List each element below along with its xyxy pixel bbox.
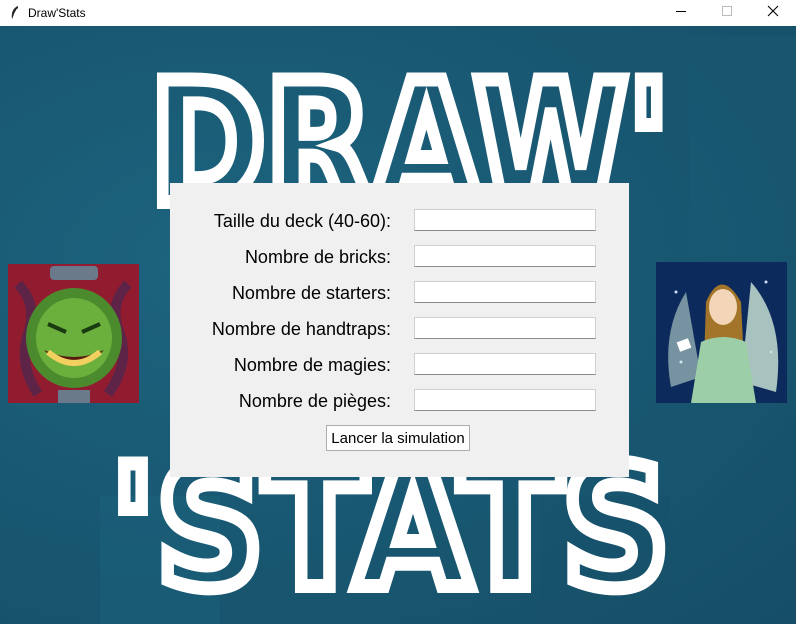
- maximize-icon: [721, 4, 733, 22]
- field-label: Nombre de handtraps:: [211, 319, 391, 339]
- bricks-input[interactable]: [414, 245, 596, 267]
- field-label: Nombre de pièges:: [238, 391, 391, 411]
- field-handtraps: Nombre de handtraps:: [170, 317, 629, 341]
- handtraps-input[interactable]: [414, 317, 596, 339]
- field-spells: Nombre de magies:: [170, 353, 629, 377]
- feather-icon: [6, 4, 24, 22]
- field-label: Taille du deck (40-60):: [213, 211, 391, 231]
- minimize-icon: [675, 4, 687, 22]
- field-label: Nombre de bricks:: [244, 247, 391, 267]
- main-canvas: DRAW' 'STATS Taille du deck (40-60): Nom…: [0, 26, 796, 624]
- window-controls: [658, 0, 796, 26]
- deck-size-input[interactable]: [414, 209, 596, 231]
- field-deck-size: Taille du deck (40-60):: [170, 209, 629, 233]
- starters-input[interactable]: [414, 281, 596, 303]
- title-bar: Draw'Stats: [0, 0, 796, 26]
- field-starters: Nombre de starters:: [170, 281, 629, 305]
- close-icon: [767, 4, 779, 22]
- simulation-form: Taille du deck (40-60): Nombre de bricks…: [170, 183, 629, 477]
- minimize-button[interactable]: [658, 0, 704, 26]
- field-bricks: Nombre de bricks:: [170, 245, 629, 269]
- traps-input[interactable]: [414, 389, 596, 411]
- launch-simulation-button[interactable]: Lancer la simulation: [326, 425, 470, 451]
- angel-image: [656, 262, 787, 403]
- field-traps: Nombre de pièges:: [170, 389, 629, 413]
- window-title: Draw'Stats: [28, 6, 86, 20]
- pot-of-greed-image: [8, 264, 139, 403]
- field-label: Nombre de starters:: [231, 283, 391, 303]
- close-button[interactable]: [750, 0, 796, 26]
- field-label: Nombre de magies:: [233, 355, 391, 375]
- maximize-button[interactable]: [704, 0, 750, 26]
- spells-input[interactable]: [414, 353, 596, 375]
